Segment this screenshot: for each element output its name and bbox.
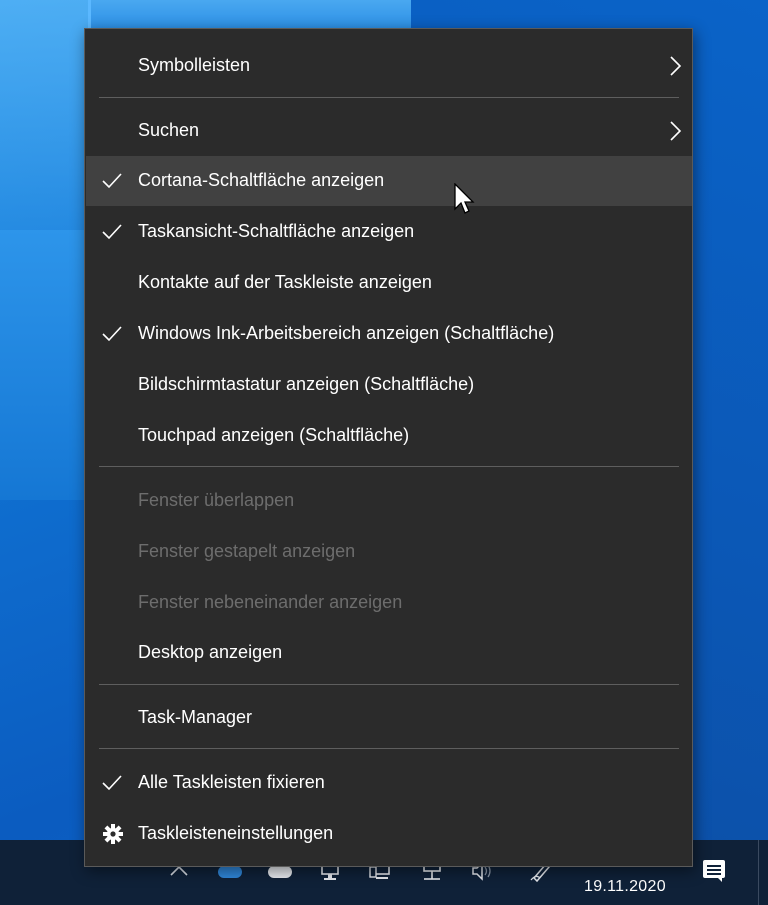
checkmark-icon <box>102 171 122 191</box>
menu-item-kontakte[interactable]: Kontakte auf der Taskleiste anzeigen <box>86 258 692 308</box>
menu-item-suchen[interactable]: Suchen <box>86 106 692 156</box>
menu-separator <box>99 684 679 685</box>
taskbar-date[interactable]: 19.11.2020 <box>584 878 666 896</box>
menu-item-windows-ink[interactable]: Windows Ink-Arbeitsbereich anzeigen (Sch… <box>86 309 692 359</box>
menu-item-label: Symbolleisten <box>138 55 251 75</box>
menu-item-label: Suchen <box>138 120 200 140</box>
checkmark-icon <box>102 324 122 344</box>
taskbar-context-menu: Symbolleisten Suchen Cortana-Schaltfläch… <box>84 28 693 867</box>
wallpaper-window-pane <box>88 0 411 30</box>
menu-item-cortana[interactable]: Cortana-Schaltfläche anzeigen <box>86 156 692 206</box>
menu-item-label: Touchpad anzeigen (Schaltfläche) <box>138 425 410 445</box>
menu-item-label: Bildschirmtastatur anzeigen (Schaltfläch… <box>138 374 475 394</box>
checkmark-icon <box>102 773 122 793</box>
menu-item-fenster-ueberlappen: Fenster überlappen <box>86 476 692 526</box>
menu-item-label: Fenster gestapelt anzeigen <box>138 541 356 561</box>
menu-item-bildschirmtastatur[interactable]: Bildschirmtastatur anzeigen (Schaltfläch… <box>86 360 692 410</box>
menu-item-symbolleisten[interactable]: Symbolleisten <box>86 41 692 91</box>
menu-item-fenster-nebeneinander: Fenster nebeneinander anzeigen <box>86 578 692 628</box>
menu-item-label: Taskleisteneinstellungen <box>138 823 334 843</box>
menu-separator <box>99 466 679 467</box>
menu-item-label: Kontakte auf der Taskleiste anzeigen <box>138 272 432 292</box>
show-desktop-button[interactable] <box>758 840 759 905</box>
chevron-right-icon <box>668 120 682 142</box>
menu-separator <box>99 97 679 98</box>
checkmark-icon <box>102 222 122 242</box>
notification-icon[interactable] <box>700 857 730 887</box>
menu-item-taskleisten-fixieren[interactable]: Alle Taskleisten fixieren <box>86 758 692 808</box>
menu-item-label: Cortana-Schaltfläche anzeigen <box>138 170 385 190</box>
menu-item-fenster-gestapelt: Fenster gestapelt anzeigen <box>86 527 692 577</box>
menu-item-label: Alle Taskleisten fixieren <box>138 772 325 792</box>
menu-item-label: Windows Ink-Arbeitsbereich anzeigen (Sch… <box>138 323 555 343</box>
menu-item-label: Desktop anzeigen <box>138 642 283 662</box>
menu-item-taskansicht[interactable]: Taskansicht-Schaltfläche anzeigen <box>86 207 692 257</box>
menu-separator <box>99 748 679 749</box>
menu-item-desktop-anzeigen[interactable]: Desktop anzeigen <box>86 628 692 678</box>
chevron-right-icon <box>668 55 682 77</box>
menu-item-label: Fenster nebeneinander anzeigen <box>138 592 403 612</box>
menu-item-label: Taskansicht-Schaltfläche anzeigen <box>138 221 415 241</box>
menu-item-touchpad[interactable]: Touchpad anzeigen (Schaltfläche) <box>86 411 692 461</box>
menu-item-task-manager[interactable]: Task-Manager <box>86 693 692 743</box>
menu-item-taskleisteneinstellungen[interactable]: Taskleisteneinstellungen <box>86 809 692 859</box>
menu-item-label: Fenster überlappen <box>138 490 295 510</box>
wallpaper-window-pane <box>0 230 84 500</box>
mouse-cursor-icon <box>453 182 475 217</box>
menu-item-label: Task-Manager <box>138 707 253 727</box>
gear-icon <box>102 823 124 845</box>
